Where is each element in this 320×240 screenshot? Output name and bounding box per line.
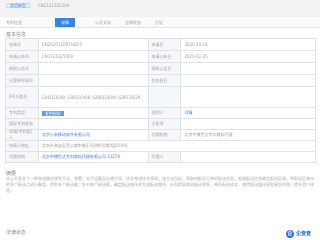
- section-title: 基本信息: [6, 32, 27, 38]
- table-row: 专利类型 发明授权 发明人 详情: [6, 108, 316, 119]
- info-table: 申请号 CN202011097183.0 申请日 2020-10-14 申请公布…: [5, 38, 316, 163]
- tab-citations[interactable]: 引证: [155, 19, 163, 27]
- field-label: 申请公布日: [148, 51, 182, 62]
- tab-details[interactable]: 详情: [55, 18, 75, 27]
- field-label: 代理人: [148, 152, 182, 162]
- table-row: 申请(专利权)人 北京小米移动软件有限公司 代理机构 北京中博世达专利商标代理: [6, 129, 316, 141]
- field-value: [181, 119, 316, 129]
- field-label: 申请(专利权)人: [6, 129, 39, 140]
- field-label: 申请号: [6, 39, 39, 50]
- field-label: 发明人: [148, 108, 182, 118]
- field-label: 授权公告日: [148, 63, 182, 74]
- table-row: 授权公告号 授权公告日: [6, 63, 316, 75]
- field-label: 申请公布号: [6, 51, 39, 62]
- field-value: 2020-12-25: [181, 51, 316, 62]
- agency-link[interactable]: 北京中博世达专利商标代理有限公司 11274: [39, 152, 149, 162]
- field-value: CN112132530A: [39, 51, 149, 62]
- tab-patent-info[interactable]: 专利信息: [6, 19, 22, 27]
- field-label: [148, 87, 182, 107]
- table-row: IPC分类号 G06Q10/08; G06Q10/06; G06Q10/04; …: [6, 87, 316, 108]
- patent-code: CN112132530A: [38, 3, 70, 8]
- field-value: 发明授权: [39, 108, 149, 118]
- top-bar: 实用新型 CN112132530A: [0, 0, 320, 17]
- field-value: [39, 75, 149, 86]
- inventor-link[interactable]: 详情: [181, 108, 316, 118]
- field-label: 授权公告号: [6, 63, 39, 74]
- table-row: 分案原申请号 优先权日: [6, 75, 316, 87]
- field-label: 分案原申请号: [6, 75, 39, 86]
- tab-public-text[interactable]: 公开文本: [95, 19, 111, 27]
- logo-icon: 企: [286, 229, 294, 238]
- legal-status-title: 法律状态: [6, 230, 27, 236]
- tab-legal-status[interactable]: 法律状态: [125, 19, 141, 27]
- table-row: 申请号 CN202011097183.0 申请日 2020-10-14: [6, 39, 316, 51]
- logo-text: 企查查: [296, 231, 312, 237]
- field-value: [39, 63, 149, 74]
- field-value: CN202011097183.0: [39, 39, 149, 50]
- qichacha-logo: 企 企查查: [286, 229, 316, 238]
- table-row: 代理机构 北京中博世达专利商标代理有限公司 11274 代理人: [6, 152, 316, 163]
- field-label: 主权项: [148, 119, 182, 129]
- field-value: [181, 75, 316, 86]
- field-value: [181, 87, 316, 107]
- tab-bar: 专利信息 详情 公开文本 法律状态 引证: [0, 17, 320, 28]
- field-value: 北京中博世达专利商标代理: [181, 130, 316, 140]
- field-value: 2020-10-14: [181, 39, 316, 50]
- field-value: [39, 119, 149, 129]
- field-label: 优先权日: [148, 75, 182, 86]
- field-label: 代理机构: [6, 152, 39, 162]
- field-label: 代理机构: [148, 130, 182, 140]
- field-label: 专利类型: [6, 108, 39, 118]
- field-label: IPC分类号: [6, 87, 39, 107]
- table-row: 国际专利状态 主权项: [6, 119, 316, 130]
- field-value: G06Q10/08; G06Q10/06; G06Q10/04; G06F16/…: [39, 87, 149, 107]
- field-value: 北京市海淀区西二旗中路33号院6号楼9层019号: [39, 141, 316, 151]
- field-label: 申请人地址: [6, 141, 39, 151]
- field-value: [181, 152, 316, 162]
- applicant-link[interactable]: 北京小米移动软件有限公司: [39, 130, 149, 140]
- abstract-text: 本公开是关于一种物流路径规划方法、装置、电子设备及存储介质，涉及物流技术领域。该…: [6, 176, 314, 193]
- table-row: 申请公布号 CN112132530A 申请公布日 2020-12-25: [6, 51, 316, 63]
- field-label: 国际专利状态: [6, 119, 39, 129]
- table-row: 申请人地址 北京市海淀区西二旗中路33号院6号楼9层019号: [6, 141, 316, 152]
- field-label: 申请日: [148, 39, 182, 50]
- field-value: [181, 63, 316, 74]
- patent-type-tag: 实用新型: [6, 3, 30, 8]
- status-badge: 发明授权: [41, 110, 64, 116]
